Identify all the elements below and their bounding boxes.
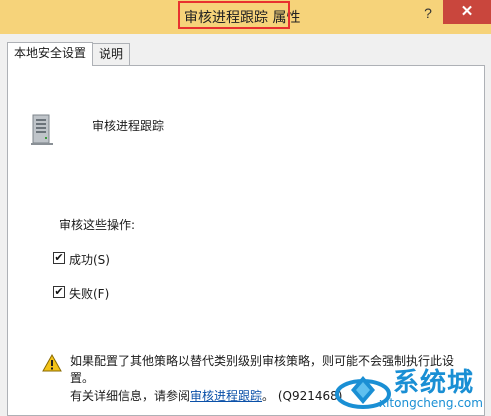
failure-checkbox[interactable]: ✔ bbox=[53, 286, 65, 298]
warning-icon bbox=[42, 354, 62, 372]
close-button[interactable]: ✕ bbox=[443, 0, 491, 24]
checkmark-icon: ✔ bbox=[54, 285, 64, 298]
close-icon: ✕ bbox=[460, 3, 474, 20]
watermark-domain: xitongcheng.com bbox=[379, 396, 483, 410]
tab-explain[interactable]: 说明 bbox=[92, 43, 131, 65]
success-checkbox[interactable]: ✔ bbox=[53, 252, 65, 264]
dialog-client-area: 本地安全设置 说明 审核进程跟踪 审核这些操作: ✔ 成功(S) ✔ 失败(F)… bbox=[0, 34, 491, 416]
checkmark-icon: ✔ bbox=[54, 251, 64, 264]
title-highlight-box bbox=[178, 1, 290, 29]
title-bar[interactable]: 审核进程跟踪 属性 ? ✕ bbox=[0, 0, 491, 34]
tab-local-security-setting[interactable]: 本地安全设置 bbox=[7, 42, 94, 66]
audit-section-label: 审核这些操作: bbox=[59, 218, 136, 232]
more-info-prefix: 有关详细信息，请参阅 bbox=[70, 389, 191, 403]
more-info-suffix: 。 (Q921468) bbox=[262, 389, 343, 403]
policy-server-icon bbox=[31, 114, 53, 145]
more-info-line: 有关详细信息，请参阅审核进程跟踪。 (Q921468) bbox=[70, 387, 342, 404]
failure-label[interactable]: 失败(F) bbox=[69, 285, 109, 302]
policy-name: 审核进程跟踪 bbox=[92, 119, 165, 133]
watermark-brand: 系统城 bbox=[393, 368, 475, 398]
success-label[interactable]: 成功(S) bbox=[69, 251, 110, 268]
help-button[interactable]: ? bbox=[413, 2, 443, 24]
policy-help-link[interactable]: 审核进程跟踪 bbox=[190, 389, 262, 403]
